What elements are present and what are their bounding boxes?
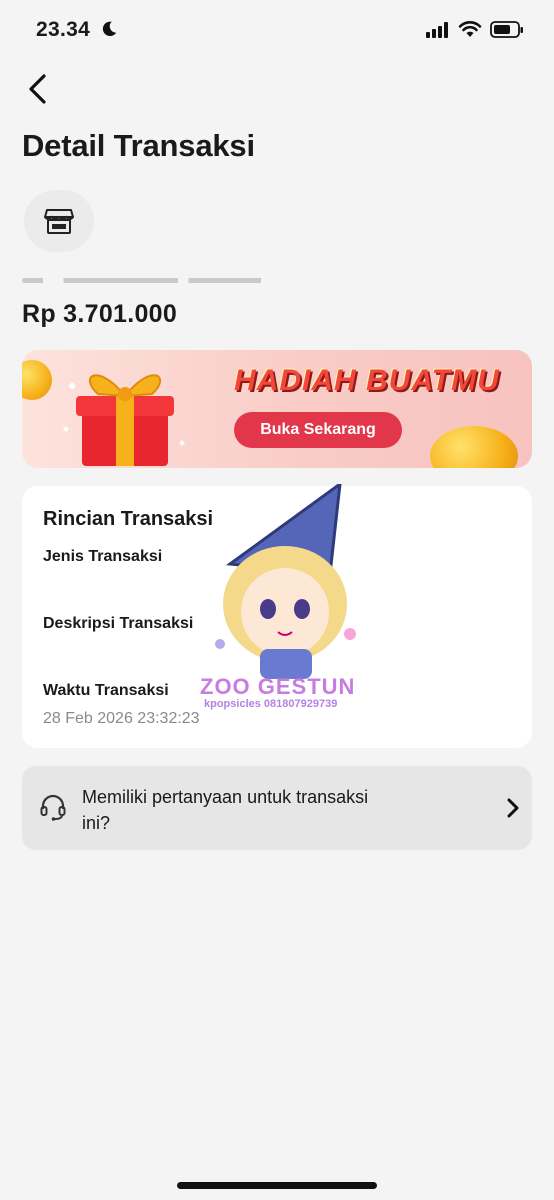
status-bar: 23.34	[0, 0, 554, 62]
field-label-description: Deskripsi Transaksi	[43, 615, 194, 632]
help-row[interactable]: Memiliki pertanyaan untuk transaksi ini?	[22, 766, 532, 850]
coin-decoration	[430, 426, 518, 468]
field-value-time: 28 Feb 2026 23:32:23	[43, 710, 200, 727]
coin-decoration	[22, 360, 52, 400]
promo-banner[interactable]: HADIAH BUATMU Buka Sekarang	[22, 350, 532, 468]
store-icon	[44, 209, 74, 234]
headset-icon	[40, 794, 66, 821]
chevron-right-icon	[507, 798, 519, 818]
field-label-time: Waktu Transaksi	[43, 682, 169, 699]
home-indicator[interactable]	[177, 1182, 377, 1189]
field-label-type: Jenis Transaksi	[43, 548, 163, 565]
gift-box-icon	[63, 374, 185, 466]
transaction-details-card: Rincian Transaksi Jenis Transaksi Deskri…	[22, 486, 532, 748]
status-time: 23.34	[36, 18, 91, 41]
help-text: Memiliki pertanyaan untuk transaksi ini?	[82, 787, 369, 833]
card-title: Rincian Transaksi	[43, 508, 214, 530]
open-promo-button[interactable]: Buka Sekarang	[234, 412, 402, 448]
battery-icon	[490, 21, 523, 38]
signal-icon	[426, 22, 448, 38]
transaction-amount: Rp 3.701.000	[22, 300, 178, 328]
page-title: Detail Transaksi	[22, 128, 255, 163]
promo-title: HADIAH BUATMU	[234, 364, 500, 397]
cropped-text-line	[22, 270, 282, 284]
merchant-avatar	[24, 190, 94, 252]
moon-icon	[102, 21, 117, 37]
wifi-icon	[458, 21, 482, 37]
back-button[interactable]	[24, 72, 54, 106]
